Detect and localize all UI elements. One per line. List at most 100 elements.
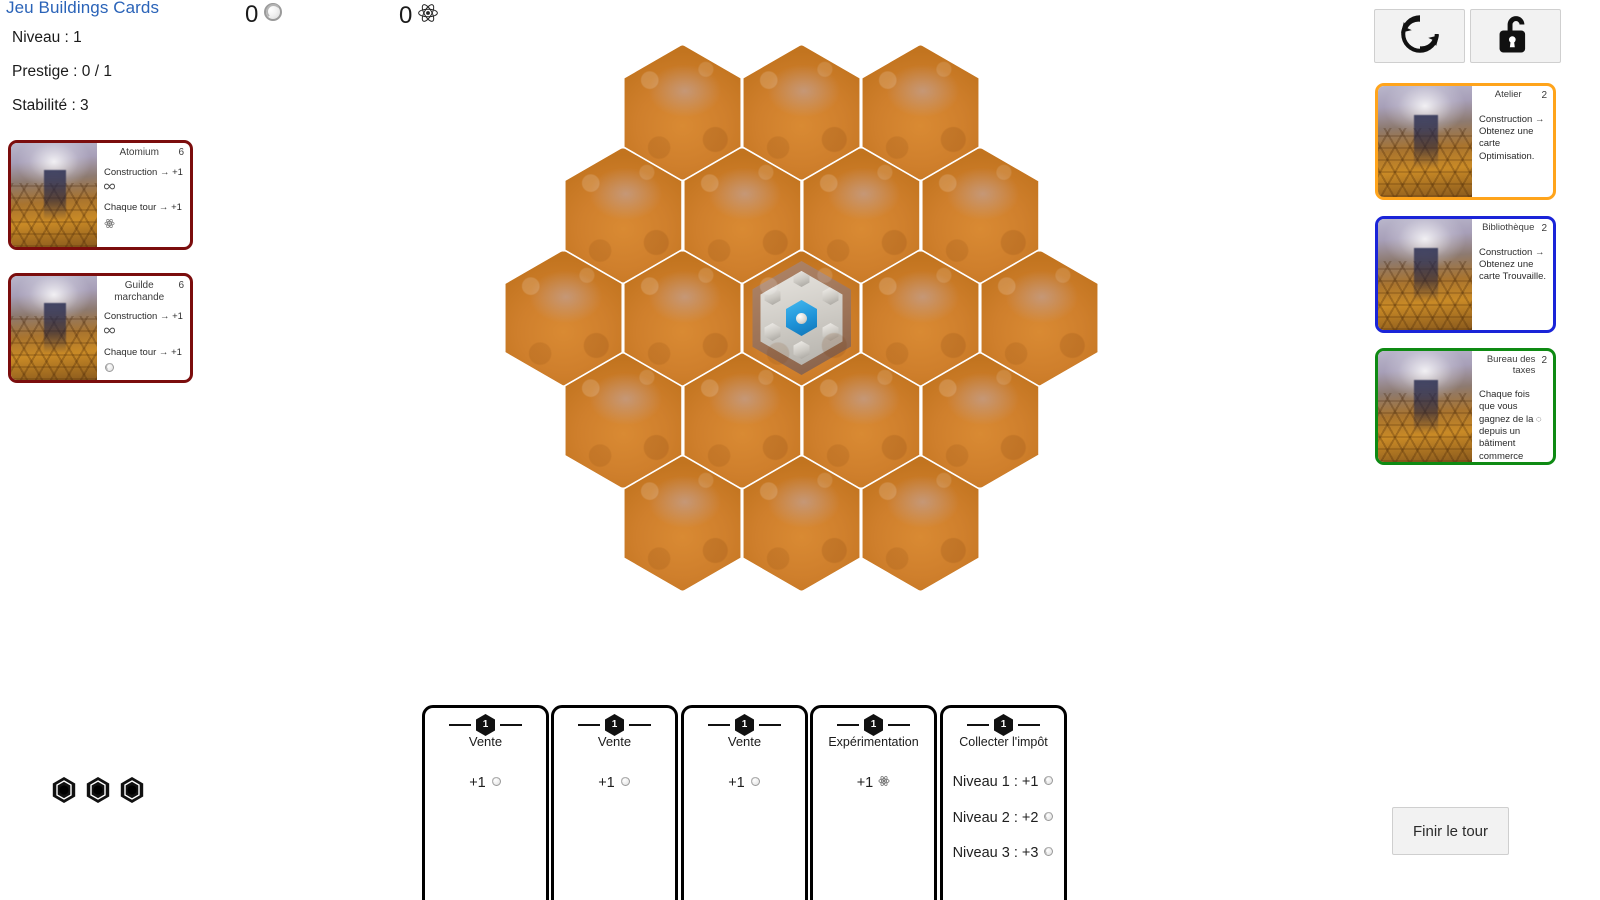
action-cost-badge: 1	[864, 714, 883, 736]
action-effect: Niveau 2 : +2	[949, 811, 1058, 826]
card-name: Atomium	[119, 147, 159, 158]
atom-icon	[417, 2, 439, 29]
action-effect-text: Niveau 2 : +2	[952, 809, 1039, 826]
die-token[interactable]	[118, 775, 146, 805]
divider	[500, 724, 522, 726]
card-effect: Construction → +1	[104, 167, 184, 196]
action-card-badge-row: 1	[431, 714, 540, 736]
action-card-badge-row: 1	[560, 714, 669, 736]
action-card-effects: +1	[819, 775, 928, 791]
card-artwork	[11, 276, 97, 380]
action-cost-badge: 1	[605, 714, 624, 736]
action-card-title: Vente	[468, 734, 503, 749]
coin-icon	[1043, 846, 1054, 861]
action-card-title: Vente	[727, 734, 762, 749]
card-cost: 2	[1541, 355, 1547, 366]
card-effect: Chaque tour → +1	[104, 347, 184, 378]
lock-button[interactable]	[1470, 9, 1561, 63]
card-effect-text: Construction → Obtenez une carte Trouvai…	[1479, 246, 1547, 283]
action-effect: +1	[819, 775, 928, 791]
atom-icon	[878, 775, 890, 791]
prestige-icon	[104, 326, 115, 339]
dice-tray	[50, 775, 146, 805]
action-cost-badge: 1	[994, 714, 1013, 736]
page-title: Jeu Buildings Cards	[6, 0, 160, 17]
card-body: Bureau des taxes 2 Chaque fois que vous …	[1472, 351, 1553, 462]
coin-icon	[104, 362, 115, 377]
status-prestige: Prestige : 0 / 1	[12, 63, 112, 80]
refresh-button[interactable]	[1374, 9, 1465, 63]
card-body: Guilde marchande 6 Construction → +1 Cha…	[97, 276, 190, 380]
end-turn-button[interactable]: Finir le tour	[1392, 807, 1509, 855]
unlock-icon	[1495, 11, 1537, 62]
card-name: Guilde marchande	[114, 280, 165, 303]
market-card-bureau-des-taxes[interactable]: Bureau des taxes 2 Chaque fois que vous …	[1375, 348, 1556, 465]
card-effect-text: Chaque tour → +1	[104, 202, 182, 214]
resource-coin: 0	[245, 2, 283, 27]
divider	[759, 724, 781, 726]
card-body: Bibliothèque 2 Construction → Obtenez un…	[1472, 219, 1553, 330]
building-node	[793, 341, 810, 359]
action-effect: Niveau 3 : +3	[949, 846, 1058, 861]
building-frame	[752, 261, 851, 375]
die-token[interactable]	[84, 775, 112, 805]
card-artwork	[11, 143, 97, 247]
card-effect-text: Chaque tour → +1	[104, 346, 182, 358]
prestige-icon	[104, 182, 115, 195]
die-token[interactable]	[50, 775, 78, 805]
divider	[888, 724, 910, 726]
card-effect-text: Chaque fois que vous gagnez de la ◌ depu…	[1479, 388, 1542, 462]
building-node	[793, 271, 810, 287]
action-card-title: Expérimentation	[828, 735, 919, 749]
action-card-effects: +1	[690, 776, 799, 791]
status-niveau: Niveau : 1	[12, 29, 82, 46]
action-effect: +1	[690, 776, 799, 791]
action-effect-text: +1	[856, 774, 874, 791]
action-effect: +1	[560, 776, 669, 791]
card-header: Bureau des taxes 2	[1479, 354, 1547, 377]
card-effect: Construction → +1	[104, 311, 184, 340]
action-card-collecter-impot[interactable]: 1 Collecter l'impôt Niveau 1 : +1 Niveau…	[940, 705, 1067, 900]
resource-science: 0	[399, 2, 439, 29]
action-effect: +1	[431, 776, 540, 791]
refresh-icon	[1397, 11, 1443, 62]
resource-coin-value: 0	[245, 0, 259, 28]
card-artwork	[1378, 219, 1472, 330]
action-card-vente[interactable]: 1 Vente +1	[681, 705, 808, 900]
action-effect-text: Niveau 1 : +1	[952, 774, 1039, 791]
coin-icon	[263, 2, 283, 27]
action-cost-badge: 1	[735, 714, 754, 736]
building-plate	[760, 271, 843, 365]
coin-icon	[1043, 811, 1054, 826]
action-effect: Niveau 1 : +1	[949, 775, 1058, 790]
card-header: Atomium 6	[104, 147, 184, 159]
action-card-badge-row: 1	[819, 714, 928, 736]
market-card-atelier[interactable]: Atelier 2 Construction → Obtenez une car…	[1375, 83, 1556, 200]
action-card-vente[interactable]: 1 Vente +1	[551, 705, 678, 900]
divider	[837, 724, 859, 726]
hand-card-atomium[interactable]: Atomium 6 Construction → +1 Chaque tour …	[8, 140, 193, 250]
divider	[449, 724, 471, 726]
hex-board	[505, 45, 1098, 591]
action-cost-badge: 1	[476, 714, 495, 736]
divider	[708, 724, 730, 726]
building-core	[786, 300, 817, 336]
action-card-title: Vente	[597, 734, 632, 749]
card-cost: 6	[178, 147, 184, 158]
card-effect-text: Construction → +1	[104, 311, 183, 322]
coin-icon	[491, 776, 502, 791]
action-card-effects: Niveau 1 : +1 Niveau 2 : +2 Niveau 3 : +…	[949, 775, 1058, 861]
coin-icon	[1043, 775, 1054, 790]
card-effect: Chaque tour → +1	[104, 202, 184, 233]
card-artwork	[1378, 86, 1472, 197]
card-cost: 2	[1541, 90, 1547, 101]
divider	[629, 724, 651, 726]
action-card-vente[interactable]: 1 Vente +1	[422, 705, 549, 900]
game-root: Jeu Buildings Cards Niveau : 1 Prestige …	[0, 0, 1600, 900]
card-header: Guilde marchande 6	[104, 280, 184, 303]
card-effect-text: Construction → Obtenez une carte Optimis…	[1479, 113, 1545, 162]
divider	[967, 724, 989, 726]
market-card-bibliotheque[interactable]: Bibliothèque 2 Construction → Obtenez un…	[1375, 216, 1556, 333]
hand-card-guilde-marchande[interactable]: Guilde marchande 6 Construction → +1 Cha…	[8, 273, 193, 383]
action-card-experimentation[interactable]: 1 Expérimentation +1	[810, 705, 937, 900]
